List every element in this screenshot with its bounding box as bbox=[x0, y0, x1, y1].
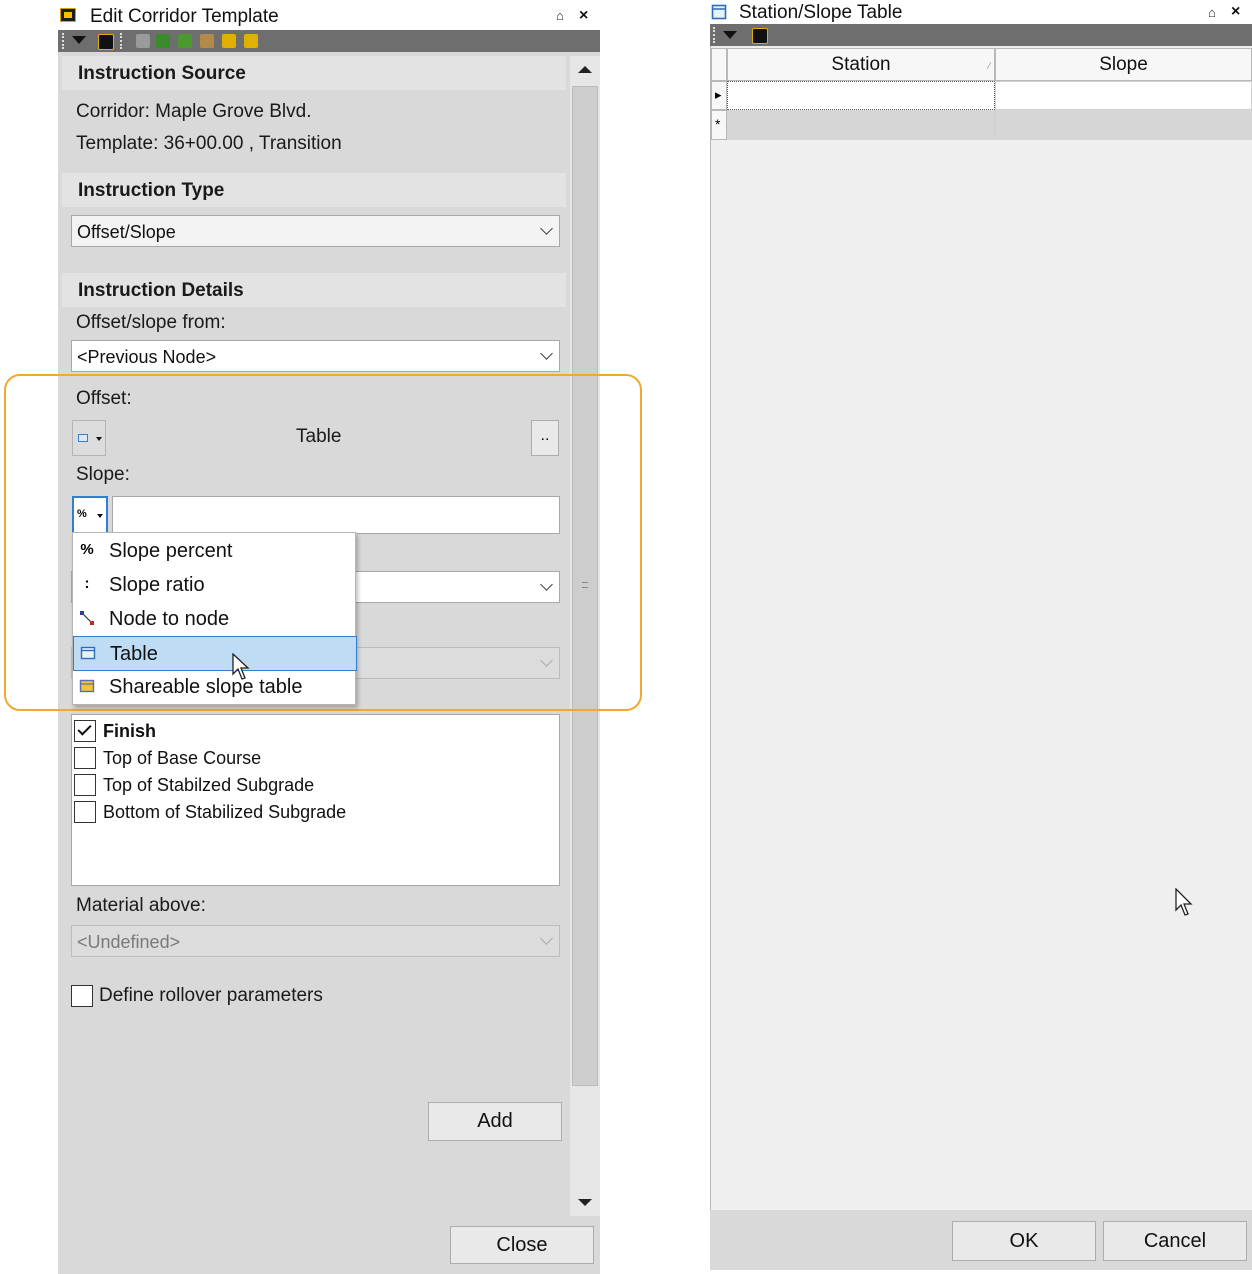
material-above-label: Material above: bbox=[76, 895, 206, 916]
layer-label: Top of Base Course bbox=[103, 748, 262, 768]
slope-type-menu: % Slope percent : Slope ratio Node to no… bbox=[72, 532, 357, 705]
menu-item-node-to-node[interactable]: Node to node bbox=[73, 602, 355, 635]
offset-from-select[interactable]: <Previous Node> bbox=[71, 340, 560, 372]
close-icon[interactable]: × bbox=[579, 7, 588, 25]
dropdown-icon[interactable] bbox=[723, 31, 737, 39]
instruction-details-header: Instruction Details bbox=[62, 273, 566, 307]
menu-item-slope-percent[interactable]: % Slope percent bbox=[73, 534, 355, 567]
table-cell-station[interactable] bbox=[727, 110, 995, 140]
table-cell-slope[interactable] bbox=[995, 81, 1252, 110]
map-icon[interactable] bbox=[178, 34, 192, 48]
rollover-checkbox[interactable] bbox=[71, 985, 93, 1007]
layers-icon[interactable] bbox=[156, 34, 170, 48]
close-icon[interactable]: × bbox=[1231, 3, 1240, 21]
menu-item-label: Slope percent bbox=[109, 540, 233, 562]
left-footer: Close bbox=[58, 1216, 600, 1274]
chevron-down-icon bbox=[540, 222, 553, 235]
offset-from-label: Offset/slope from: bbox=[76, 312, 226, 333]
finish-checkbox[interactable] bbox=[74, 720, 96, 742]
right-toolbar bbox=[710, 24, 1252, 46]
shareable-table-icon bbox=[79, 678, 95, 694]
list-item[interactable]: Finish bbox=[74, 719, 554, 746]
material-above-value: <Undefined> bbox=[77, 932, 181, 952]
list-item[interactable]: Top of Base Course bbox=[74, 746, 554, 773]
table-cell-station[interactable] bbox=[727, 81, 995, 110]
right-title-bar: Station/Slope Table ⌂ × bbox=[710, 2, 1252, 24]
column-header-station[interactable]: Station ⁄ bbox=[727, 48, 995, 81]
row-marker[interactable]: * bbox=[711, 110, 727, 140]
current-row-icon: ▸ bbox=[715, 87, 722, 102]
material-above-select: <Undefined> bbox=[71, 925, 560, 957]
corridor-text: Corridor: Maple Grove Blvd. bbox=[76, 101, 312, 122]
grid-icon[interactable] bbox=[136, 34, 150, 48]
node-to-node-icon bbox=[79, 610, 95, 626]
rollover-label: Define rollover parameters bbox=[99, 985, 323, 1006]
instruction-details-heading: Instruction Details bbox=[78, 280, 244, 301]
left-title-bar: Edit Corridor Template ⌂ × bbox=[58, 4, 600, 30]
layer-label: Bottom of Stabilized Subgrade bbox=[103, 802, 347, 822]
checkmark-icon bbox=[77, 721, 92, 736]
menu-item-label: Node to node bbox=[109, 608, 230, 630]
camera-icon[interactable] bbox=[752, 28, 768, 44]
layer-label: Finish bbox=[103, 721, 156, 741]
instruction-type-heading: Instruction Type bbox=[78, 180, 225, 201]
menu-item-slope-ratio[interactable]: : Slope ratio bbox=[73, 568, 355, 601]
menu-item-shareable-slope-table[interactable]: Shareable slope table bbox=[73, 670, 355, 703]
right-footer: OK Cancel bbox=[710, 1210, 1252, 1270]
instruction-type-value: Offset/Slope bbox=[77, 222, 176, 242]
row-header-corner bbox=[711, 48, 727, 81]
left-toolbar bbox=[58, 30, 600, 52]
table-cell-slope[interactable] bbox=[995, 110, 1252, 140]
instruction-source-heading: Instruction Source bbox=[78, 63, 246, 84]
column-header-slope[interactable]: Slope bbox=[995, 48, 1252, 81]
window-title: Edit Corridor Template bbox=[90, 6, 279, 27]
ok-button[interactable]: OK bbox=[952, 1221, 1096, 1261]
list-item[interactable]: Bottom of Stabilized Subgrade bbox=[74, 800, 554, 827]
text-icon[interactable] bbox=[244, 34, 258, 48]
chevron-down-icon bbox=[540, 932, 553, 945]
close-button[interactable]: Close bbox=[450, 1226, 594, 1264]
menu-item-label: Shareable slope table bbox=[109, 676, 303, 698]
list-item[interactable]: Top of Stabilzed Subgrade bbox=[74, 773, 554, 800]
station-slope-grid: Station ⁄ Slope ▸ * bbox=[710, 46, 1252, 1210]
sort-icon: ⁄ bbox=[988, 61, 990, 71]
scroll-down-icon[interactable] bbox=[578, 1199, 592, 1206]
layer-list: Finish Top of Base Course Top of Stabilz… bbox=[71, 714, 560, 886]
table-icon bbox=[80, 645, 96, 661]
instruction-type-header: Instruction Type bbox=[62, 173, 566, 207]
top-of-stabilized-subgrade-checkbox[interactable] bbox=[74, 774, 96, 796]
layer-label: Top of Stabilzed Subgrade bbox=[103, 775, 315, 795]
cancel-button[interactable]: Cancel bbox=[1103, 1221, 1247, 1261]
app-icon bbox=[60, 8, 76, 22]
top-of-base-course-checkbox[interactable] bbox=[74, 747, 96, 769]
new-row-icon: * bbox=[715, 116, 721, 132]
chevron-down-icon bbox=[540, 347, 553, 360]
station-slope-table-window: Station/Slope Table ⌂ × Station ⁄ Slope … bbox=[710, 2, 1252, 1270]
column-header-label: Station bbox=[831, 54, 891, 75]
template-text: Template: 36+00.00 , Transition bbox=[76, 133, 342, 154]
camera-icon[interactable] bbox=[98, 34, 114, 50]
scroll-up-icon[interactable] bbox=[578, 66, 592, 73]
menu-item-label: Table bbox=[110, 643, 158, 665]
mouse-cursor-icon bbox=[1175, 888, 1193, 916]
bottom-of-stabilized-subgrade-checkbox[interactable] bbox=[74, 801, 96, 823]
window-title: Station/Slope Table bbox=[739, 2, 903, 23]
column-header-label: Slope bbox=[1099, 54, 1148, 75]
percent-icon: % bbox=[80, 541, 94, 558]
pin-icon[interactable]: ⌂ bbox=[556, 8, 564, 23]
table-icon bbox=[711, 4, 727, 20]
menu-item-table[interactable]: Table bbox=[73, 636, 357, 680]
instruction-source-header: Instruction Source bbox=[62, 56, 566, 90]
row-marker[interactable]: ▸ bbox=[711, 81, 727, 110]
offset-from-value: <Previous Node> bbox=[77, 347, 217, 367]
pin-icon[interactable]: ⌂ bbox=[1208, 5, 1216, 20]
add-button[interactable]: Add bbox=[428, 1102, 562, 1141]
ratio-icon: : bbox=[84, 575, 90, 592]
surface-icon[interactable] bbox=[200, 34, 214, 48]
instruction-type-select[interactable]: Offset/Slope bbox=[71, 215, 560, 247]
warning-icon[interactable] bbox=[222, 34, 236, 48]
dropdown-icon[interactable] bbox=[72, 36, 86, 44]
menu-item-label: Slope ratio bbox=[109, 574, 205, 596]
